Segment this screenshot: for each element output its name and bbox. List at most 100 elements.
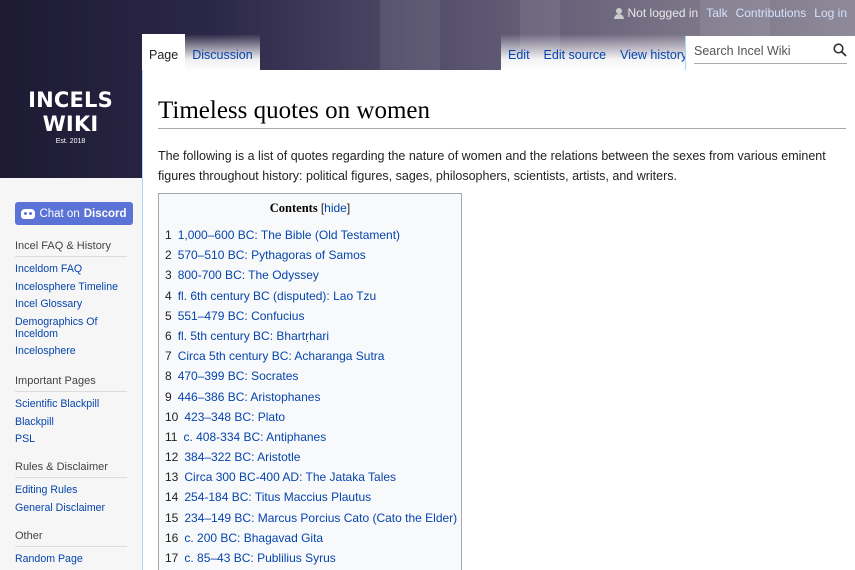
toc-item[interactable]: 13 Circa 300 BC-400 AD: The Jataka Tales [165, 470, 455, 484]
login-link[interactable]: Log in [814, 6, 847, 20]
search-icon[interactable] [833, 43, 847, 57]
toc-item[interactable]: 15 234–149 BC: Marcus Porcius Cato (Cato … [165, 511, 457, 525]
discord-chat-button[interactable]: Chat on Discord [15, 202, 133, 225]
portal-heading: Other [15, 530, 127, 547]
sidebar-item-blackpill[interactable]: Blackpill [15, 416, 54, 428]
tab-page[interactable]: Page [142, 34, 186, 70]
toc-link[interactable]: 9 446–386 BC: Aristophanes [165, 390, 320, 404]
search-input[interactable] [694, 44, 834, 58]
personal-tools: Not logged in Talk Contributions Log in [613, 6, 847, 20]
sidebar-item-editing-rules[interactable]: Editing Rules [15, 484, 77, 496]
toc-item[interactable]: 4 fl. 6th century BC (disputed): Lao Tzu [165, 289, 455, 303]
toc-title-label: Contents [269, 201, 318, 215]
toc-number: 5 [165, 308, 172, 323]
toc-link[interactable]: 16 c. 200 BC: Bhagavad Gita [165, 531, 323, 545]
tab-edit[interactable]: Edit [501, 34, 537, 70]
portal-other: Other Random Page [15, 530, 127, 570]
toc-number: 8 [165, 369, 172, 384]
toc-item[interactable]: 10 423–348 BC: Plato [165, 410, 455, 424]
toc-item[interactable]: 3 800-700 BC: The Odyssey [165, 268, 455, 282]
not-logged-in: Not logged in [613, 6, 698, 20]
sidebar-item-general-disclaimer[interactable]: General Disclaimer [15, 502, 105, 514]
sidebar-item-psl[interactable]: PSL [15, 433, 35, 445]
tab-discussion[interactable]: Discussion [185, 34, 260, 70]
toc-link[interactable]: 8 470–399 BC: Socrates [165, 369, 298, 383]
sidebar-item-incelosphere[interactable]: Incelosphere [15, 345, 76, 357]
toc-link[interactable]: 17 c. 85–43 BC: Publilius Syrus [165, 551, 336, 565]
logo-est: Est. 2018 [55, 138, 86, 145]
user-icon [613, 7, 624, 19]
site-logo[interactable]: INCELS WIKI Est. 2018 [0, 88, 141, 145]
table-of-contents: Contents [hide] 1 1,000–600 BC: The Bible… [158, 193, 462, 570]
toc-text: 800-700 BC: The Odyssey [177, 268, 319, 283]
toc-number: 15 [165, 510, 179, 525]
toc-hide-toggle[interactable]: [hide] [321, 201, 350, 215]
toc-item[interactable]: 7 Circa 5th century BC: Acharanga Sutra [165, 349, 455, 363]
toc-link[interactable]: 6 fl. 5th century BC: Bhartṛhari [165, 329, 329, 343]
toc-link[interactable]: 13 Circa 300 BC-400 AD: The Jataka Tales [165, 470, 396, 484]
main-content: Timeless quotes on women The following i… [142, 70, 855, 570]
sidebar-item-demographics[interactable]: Demographics Of Inceldom [15, 316, 97, 340]
portal-heading: Incel FAQ & History [15, 240, 127, 257]
sidebar-item-random-page[interactable]: Random Page [15, 553, 83, 565]
toc-number: 2 [165, 248, 172, 263]
search-area [685, 36, 855, 70]
toc-link[interactable]: 7 Circa 5th century BC: Acharanga Sutra [165, 349, 384, 363]
toc-text: Circa 5th century BC: Acharanga Sutra [177, 349, 385, 364]
toc-text: 254-184 BC: Titus Maccius Plautus [184, 490, 372, 505]
namespace-tabs: Page Discussion [142, 34, 260, 70]
toc-item[interactable]: 9 446–386 BC: Aristophanes [165, 390, 455, 404]
toc-link[interactable]: 4 fl. 6th century BC (disputed): Lao Tzu [165, 289, 376, 303]
toc-text: 1,000–600 BC: The Bible (Old Testament) [177, 228, 401, 242]
sidebar-item-inceldom-faq[interactable]: Inceldom FAQ [15, 263, 82, 275]
toc-link[interactable]: 1 1,000–600 BC: The Bible (Old Testament) [165, 228, 400, 242]
toc-link[interactable]: 14 254-184 BC: Titus Maccius Plautus [165, 490, 371, 504]
toc-text: c. 85–43 BC: Publilius Syrus [184, 551, 336, 565]
toc-hide-link[interactable]: hide [324, 201, 347, 215]
toc-link[interactable]: 3 800-700 BC: The Odyssey [165, 268, 319, 282]
toc-text: fl. 6th century BC (disputed): Lao Tzu [177, 288, 377, 303]
toc-text: 470–399 BC: Socrates [177, 369, 299, 384]
toc-item[interactable]: 8 470–399 BC: Socrates [165, 369, 455, 383]
toc-number: 17 [165, 551, 179, 565]
toc-item[interactable]: 1 1,000–600 BC: The Bible (Old Testament) [165, 228, 455, 242]
toc-item[interactable]: 17 c. 85–43 BC: Publilius Syrus [165, 551, 455, 565]
toc-number: 6 [165, 328, 172, 343]
toc-number: 14 [165, 490, 179, 505]
toc-number: 13 [165, 470, 179, 485]
toc-link[interactable]: 11 c. 408-334 BC: Antiphanes [165, 430, 326, 444]
view-tabs: Edit Edit source View history [501, 34, 695, 70]
toc-link[interactable]: 15 234–149 BC: Marcus Porcius Cato (Cato … [165, 511, 457, 525]
sidebar: Chat on Discord Incel FAQ & History Ince… [0, 178, 141, 570]
toc-link[interactable]: 10 423–348 BC: Plato [165, 410, 285, 424]
toc-number: 7 [165, 349, 172, 364]
toc-item[interactable]: 14 254-184 BC: Titus Maccius Plautus [165, 490, 455, 504]
tab-edit-source[interactable]: Edit source [536, 34, 614, 70]
toc-link[interactable]: 12 384–322 BC: Aristotle [165, 450, 300, 464]
sidebar-item-incelosphere-timeline[interactable]: Incelosphere Timeline [15, 281, 118, 293]
toc-number: 12 [165, 450, 179, 465]
toc-text: fl. 5th century BC: Bhartṛhari [177, 328, 330, 343]
toc-number: 4 [165, 288, 172, 303]
tab-view-history[interactable]: View history [613, 34, 695, 70]
contributions-link[interactable]: Contributions [736, 6, 807, 20]
portal-heading: Important Pages [15, 375, 127, 392]
toc-item[interactable]: 6 fl. 5th century BC: Bhartṛhari [165, 329, 455, 343]
toc-link[interactable]: 2 570–510 BC: Pythagoras of Samos [165, 248, 366, 262]
toc-number: 3 [165, 268, 172, 283]
toc-list: 1 1,000–600 BC: The Bible (Old Testament)… [165, 228, 457, 565]
toc-item[interactable]: 12 384–322 BC: Aristotle [165, 450, 455, 464]
toc-item[interactable]: 16 c. 200 BC: Bhagavad Gita [165, 531, 455, 545]
talk-link[interactable]: Talk [706, 6, 727, 20]
toc-text: 551–479 BC: Confucius [177, 308, 305, 323]
toc-text: 423–348 BC: Plato [184, 409, 286, 424]
toc-item[interactable]: 11 c. 408-334 BC: Antiphanes [165, 430, 455, 444]
toc-item[interactable]: 2 570–510 BC: Pythagoras of Samos [165, 248, 455, 262]
sidebar-item-incel-glossary[interactable]: Incel Glossary [15, 298, 82, 310]
toc-number: 9 [165, 389, 172, 404]
toc-item[interactable]: 5 551–479 BC: Confucius [165, 309, 455, 323]
toc-link[interactable]: 5 551–479 BC: Confucius [165, 309, 304, 323]
toc-number: 10 [165, 409, 179, 424]
toc-text: 384–322 BC: Aristotle [184, 450, 301, 465]
sidebar-item-scientific-blackpill[interactable]: Scientific Blackpill [15, 398, 99, 410]
